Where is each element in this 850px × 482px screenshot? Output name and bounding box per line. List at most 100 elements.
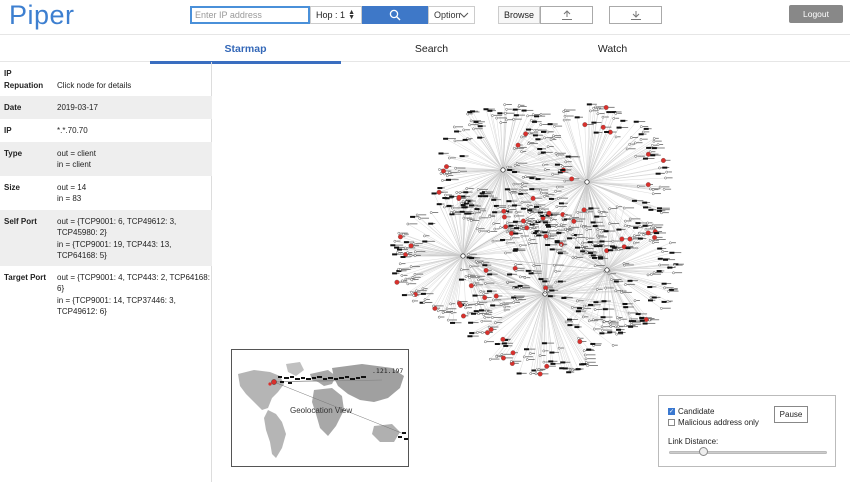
- host-node: [549, 351, 555, 354]
- host-node: [526, 204, 530, 207]
- option-dropdown[interactable]: Option: [428, 6, 475, 24]
- host-node: [500, 238, 506, 241]
- host-node: [438, 152, 444, 155]
- geolocation-map[interactable]: .121.197 Geolocation View: [231, 349, 409, 467]
- host-node: [492, 211, 498, 214]
- pause-button[interactable]: Pause: [774, 406, 808, 423]
- candidate-checkbox[interactable]: ✓ Candidate: [668, 407, 714, 416]
- host-node: [443, 137, 449, 140]
- host-node: [475, 303, 478, 306]
- host-node: [397, 267, 400, 271]
- detail-value-target-port-line2: 6}: [57, 284, 65, 294]
- host-node: [585, 228, 589, 231]
- browse-button[interactable]: Browse: [498, 6, 540, 24]
- host-node: [629, 317, 633, 321]
- host-node: [449, 302, 452, 306]
- host-node: [561, 296, 567, 299]
- host-node: [616, 325, 620, 328]
- host-node: [642, 322, 648, 325]
- host-node: [585, 210, 589, 214]
- host-node: [545, 193, 549, 197]
- host-node: [414, 250, 417, 254]
- host-node: [665, 170, 669, 174]
- host-node: [457, 170, 461, 173]
- host-node: [406, 282, 410, 286]
- host-node: [562, 367, 568, 370]
- host-node: [639, 316, 645, 319]
- malicious-only-checkbox[interactable]: Malicious address only: [668, 418, 759, 427]
- host-node: [520, 200, 524, 204]
- pause-label: Pause: [779, 410, 803, 419]
- tab-watch-label: Watch: [597, 43, 628, 55]
- host-node: [437, 187, 443, 190]
- candidate-node: [520, 218, 526, 224]
- tab-watch[interactable]: Watch: [522, 35, 703, 63]
- host-node: [479, 192, 485, 195]
- host-node: [638, 133, 644, 136]
- host-node: [588, 252, 594, 255]
- host-node: [515, 162, 519, 165]
- tab-starmap[interactable]: Starmap: [150, 35, 341, 64]
- hop-select[interactable]: Hop : 1 ▲ ▼: [310, 6, 362, 24]
- host-node: [633, 234, 636, 237]
- detail-key-self-port: Self Port: [4, 217, 37, 226]
- host-node: [581, 315, 585, 319]
- host-node: [622, 302, 628, 305]
- host-node: [627, 225, 631, 228]
- link-distance-slider-handle[interactable]: [699, 447, 709, 456]
- host-node: [624, 283, 627, 286]
- search-button[interactable]: [362, 6, 428, 24]
- tab-search[interactable]: Search: [341, 35, 522, 63]
- host-node: [540, 130, 546, 133]
- host-node: [441, 179, 444, 182]
- host-node: [525, 220, 529, 224]
- detail-value-self-port-line3: in = {TCP9001: 19, TCP443: 13,: [57, 239, 172, 249]
- host-node: [635, 222, 641, 225]
- host-node: [525, 128, 531, 131]
- host-node: [580, 245, 584, 248]
- host-node: [543, 213, 547, 217]
- host-node: [636, 184, 640, 188]
- host-node: [464, 275, 468, 278]
- starmap-graph[interactable]: [355, 70, 735, 395]
- host-node: [514, 210, 518, 214]
- host-node: [467, 253, 471, 256]
- host-node: [556, 250, 559, 253]
- host-node: [526, 217, 530, 221]
- candidate-node: [515, 142, 521, 148]
- host-node: [557, 280, 563, 283]
- host-node: [473, 281, 476, 285]
- host-node: [588, 254, 592, 258]
- host-node: [513, 232, 519, 235]
- host-node: [392, 253, 398, 256]
- host-node: [499, 121, 503, 124]
- logout-button[interactable]: Logout: [789, 5, 843, 23]
- host-node: [576, 299, 579, 303]
- chevron-down-icon: [459, 12, 469, 18]
- host-node: [574, 256, 578, 259]
- host-node: [590, 342, 596, 345]
- download-button[interactable]: [609, 6, 662, 24]
- detail-value-size: out = 14 in = 83: [57, 182, 210, 205]
- host-node: [593, 264, 597, 268]
- ip-address-input[interactable]: [190, 6, 310, 24]
- upload-button[interactable]: [540, 6, 593, 24]
- host-node: [661, 300, 667, 303]
- host-node: [477, 136, 483, 139]
- host-node: [554, 190, 558, 193]
- host-node: [568, 226, 572, 229]
- candidate-node: [500, 336, 506, 342]
- host-node: [477, 195, 483, 198]
- host-node: [436, 309, 440, 313]
- host-node: [478, 229, 481, 233]
- host-node: [542, 221, 548, 224]
- host-node: [609, 322, 612, 326]
- host-node: [462, 128, 465, 132]
- host-node: [535, 178, 541, 181]
- host-node: [484, 340, 487, 344]
- link-distance-slider[interactable]: [669, 451, 827, 454]
- host-node: [620, 119, 626, 122]
- host-node: [546, 130, 550, 134]
- host-node: [648, 318, 651, 322]
- host-node: [518, 188, 522, 192]
